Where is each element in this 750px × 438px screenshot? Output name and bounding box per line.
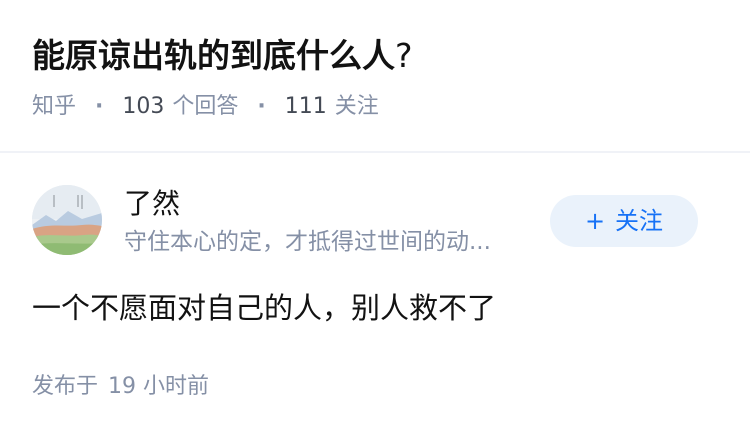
follower-count: 111 — [284, 94, 327, 119]
answer-content[interactable]: 一个不愿面对自己的人，别人救不了 — [32, 288, 718, 328]
follow-button[interactable]: + 关注 — [550, 195, 698, 247]
author-bio: 守住本心的定，才抵得过世间的动... — [124, 229, 491, 255]
follow-button-label: 关注 — [615, 207, 664, 235]
answer-count-label: 个回答 — [172, 94, 239, 119]
follower-count-label: 关注 — [334, 94, 379, 119]
question-title-mark: ? — [395, 36, 413, 75]
meta-separator: · — [95, 94, 104, 119]
question-meta: 知乎 · 103 个回答 · 111 关注 — [32, 92, 726, 122]
author-avatar[interactable] — [32, 185, 102, 255]
question-title[interactable]: 能原谅出轨的到底什么人? — [32, 34, 726, 78]
answer-time-value: 19 小时前 — [108, 374, 210, 399]
author-name[interactable]: 了然 — [124, 187, 180, 221]
author-row: 了然 守住本心的定，才抵得过世间的动... + 关注 — [32, 185, 698, 259]
meta-separator: · — [257, 94, 266, 119]
source-label: 知乎 — [32, 94, 77, 119]
section-divider — [0, 151, 750, 153]
question-title-text[interactable]: 能原谅出轨的到底什么人 — [32, 36, 395, 75]
answer-time: 发布于 19 小时前 — [32, 372, 209, 402]
plus-icon: + — [584, 207, 606, 235]
answer-count: 103 — [122, 94, 165, 119]
answer-time-label: 发布于 — [32, 374, 99, 399]
question-header: 能原谅出轨的到底什么人? 知乎 · 103 个回答 · 111 关注 — [32, 34, 726, 122]
landscape-avatar-icon — [32, 185, 102, 255]
